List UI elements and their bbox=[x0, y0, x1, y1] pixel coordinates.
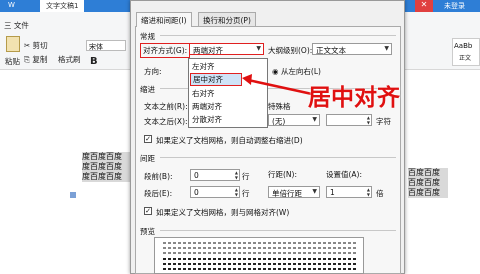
preview-box bbox=[154, 237, 364, 274]
space-after-unit[interactable]: 行 bbox=[242, 188, 250, 199]
cut-label: 剪切 bbox=[32, 41, 48, 50]
line-spacing-select[interactable]: 单倍行距 ▼ bbox=[268, 186, 320, 198]
doc-line: 度百度百度 bbox=[82, 162, 134, 172]
doc-line: 度百度百度 bbox=[82, 172, 134, 182]
spinner-icon: ▲ ▼ bbox=[234, 170, 238, 180]
copy-button[interactable]: ⎘ 复制 bbox=[24, 54, 47, 65]
divider bbox=[160, 230, 396, 231]
space-after-field[interactable]: 0 ▲ ▼ bbox=[190, 186, 240, 198]
option-distributed[interactable]: 分散对齐 bbox=[192, 114, 222, 125]
preview-line bbox=[163, 247, 357, 249]
annotation-arrow bbox=[242, 74, 313, 96]
close-icon[interactable]: ✕ bbox=[415, 0, 433, 12]
doc-line: 度百度百度 bbox=[82, 152, 134, 162]
style-normal[interactable]: AaBb 正文 bbox=[452, 38, 480, 66]
special-format-select[interactable]: (无) ▼ bbox=[268, 114, 320, 126]
preview-line bbox=[163, 252, 357, 254]
cut-button[interactable]: ✂ 剪切 bbox=[24, 40, 48, 51]
indent-before-label: 文本之前(R): bbox=[144, 102, 188, 111]
special-format-value: (无) bbox=[272, 117, 286, 126]
wps-tab[interactable]: W bbox=[2, 0, 21, 12]
spinner-icon: ▲ ▼ bbox=[366, 115, 370, 125]
spacing-grid-checkbox[interactable]: ✓ bbox=[144, 207, 152, 215]
set-value-field[interactable]: 1 ▲ ▼ bbox=[326, 186, 372, 198]
indent-after-label: 文本之后(X): bbox=[144, 117, 188, 126]
preview-line bbox=[163, 242, 357, 244]
space-after-value: 0 bbox=[194, 188, 199, 197]
chevron-down-icon: ▼ bbox=[312, 116, 317, 123]
spinner-icon: ▲ ▼ bbox=[234, 187, 238, 197]
doc-line: 百度百度 bbox=[408, 168, 448, 178]
preview-line bbox=[163, 268, 357, 270]
space-before-label: 段前(B): bbox=[144, 172, 173, 181]
chevron-down-icon: ▼ bbox=[256, 45, 261, 52]
direction-label: 方向: bbox=[144, 67, 162, 76]
spacing-section-title: 间距 bbox=[140, 154, 155, 163]
space-after-label: 段后(E): bbox=[144, 189, 173, 198]
chevron-down-icon: ▼ bbox=[312, 188, 317, 195]
spinner-icon: ▲ ▼ bbox=[366, 187, 370, 197]
spacing-grid-label: 如果定义了文档网格，则与网格对齐(W) bbox=[156, 208, 290, 217]
format-painter-button[interactable]: 格式刷 bbox=[58, 54, 81, 65]
font-name-select[interactable]: 宋体 bbox=[86, 40, 126, 51]
set-value: 1 bbox=[330, 188, 335, 197]
file-menu[interactable]: 三 文件 bbox=[4, 20, 29, 31]
option-left-align[interactable]: 左对齐 bbox=[192, 61, 215, 72]
document-text-right[interactable]: 百度百度 百度百度 百度百度 bbox=[408, 168, 448, 198]
divider bbox=[160, 35, 396, 36]
special-value-field[interactable]: ▲ ▼ bbox=[326, 114, 372, 126]
alignment-label: 对齐方式(G): bbox=[140, 43, 191, 58]
tab-line-page-break[interactable]: 换行和分页(P) bbox=[198, 12, 256, 26]
outline-value: 正文文本 bbox=[316, 46, 346, 55]
doc-tab[interactable]: 文字文稿1 bbox=[40, 0, 85, 12]
preview-section-title: 预览 bbox=[140, 227, 155, 236]
paragraph-marker-icon bbox=[70, 192, 76, 198]
preview-line bbox=[163, 258, 357, 260]
line-spacing-label: 行距(N): bbox=[268, 170, 297, 179]
preview-line bbox=[163, 263, 357, 265]
doc-line: 百度百度 bbox=[408, 178, 448, 188]
document-text-left[interactable]: 度百度百度 度百度百度 度百度百度 bbox=[82, 152, 134, 202]
doc-line: 百度百度 bbox=[408, 188, 448, 198]
style-sample: AaBb bbox=[454, 42, 473, 50]
set-value-label: 设置值(A): bbox=[326, 170, 363, 179]
option-center-align[interactable]: 居中对齐 bbox=[190, 73, 242, 86]
bold-button[interactable]: B bbox=[90, 56, 98, 67]
line-spacing-value: 单倍行距 bbox=[272, 189, 302, 198]
annotation-callout: 居中对齐 bbox=[308, 85, 400, 111]
user-label[interactable]: 未登录 bbox=[444, 1, 465, 11]
special-format-label: 特殊格 bbox=[268, 102, 291, 111]
copy-label: 复制 bbox=[32, 55, 48, 64]
tab-indent-spacing[interactable]: 缩进和间距(I) bbox=[136, 12, 192, 27]
indent-grid-label: 如果定义了文档网格，则自动调整右缩进(D) bbox=[156, 136, 303, 145]
outline-level-label: 大纲级别(O): bbox=[268, 46, 313, 55]
space-before-field[interactable]: 0 ▲ ▼ bbox=[190, 169, 240, 181]
set-value-unit: 倍 bbox=[376, 189, 384, 198]
paste-icon[interactable] bbox=[6, 36, 20, 52]
indent-section-title: 缩进 bbox=[140, 85, 155, 94]
style-label: 正文 bbox=[459, 55, 472, 62]
space-before-unit[interactable]: 行 bbox=[242, 171, 250, 182]
outline-level-select[interactable]: 正文文本 ▼ bbox=[312, 43, 392, 55]
alignment-select[interactable]: 两端对齐 ▼ bbox=[189, 43, 264, 55]
option-right-align[interactable]: 右对齐 bbox=[192, 88, 215, 99]
paste-label[interactable]: 粘贴 bbox=[5, 56, 20, 67]
space-before-value: 0 bbox=[194, 171, 199, 180]
indent-grid-checkbox[interactable]: ✓ bbox=[144, 135, 152, 143]
indent-unit[interactable]: 字符 bbox=[376, 116, 391, 127]
general-section-title: 常规 bbox=[140, 32, 155, 41]
option-justify[interactable]: 两端对齐 bbox=[192, 101, 222, 112]
alignment-value: 两端对齐 bbox=[193, 46, 223, 55]
divider bbox=[160, 157, 396, 158]
chevron-down-icon: ▼ bbox=[384, 45, 389, 52]
